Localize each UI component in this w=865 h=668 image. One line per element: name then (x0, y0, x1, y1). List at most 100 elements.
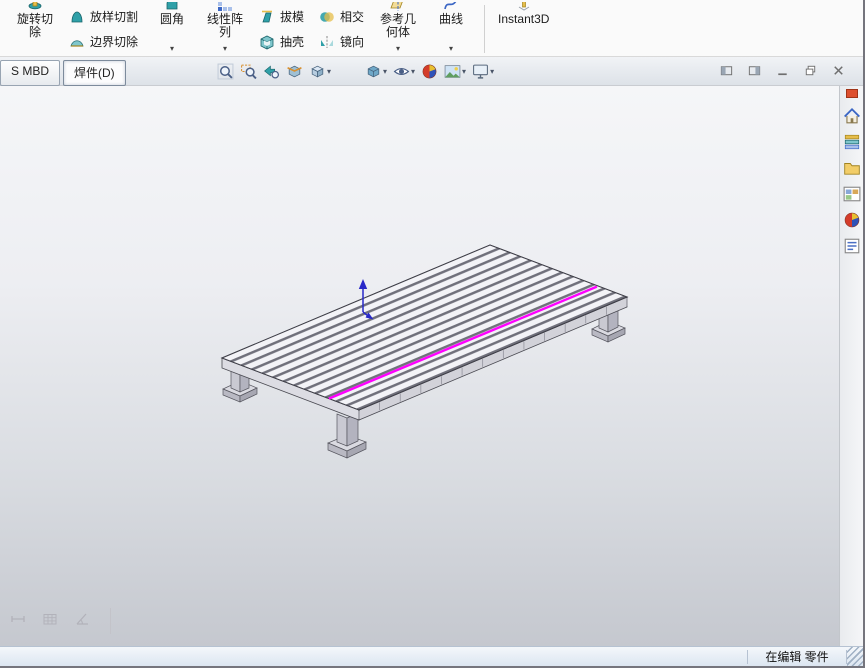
ribbon-button-label: 线性阵列 (207, 12, 244, 39)
close-button[interactable] (826, 61, 851, 80)
dropdown-arrow-icon[interactable]: ▾ (170, 45, 174, 55)
linear-pattern-icon (217, 2, 233, 12)
ribbon-button-label: Instant3D (498, 12, 550, 26)
boundary-cut-icon (69, 34, 85, 50)
hide-show-items-button[interactable]: ▾ (390, 62, 418, 81)
task-pane-marker-icon[interactable] (845, 89, 858, 98)
close-icon (831, 63, 846, 78)
revolved-cut-icon (27, 2, 43, 12)
dock-left-icon (719, 63, 734, 78)
zoom-fit-button[interactable] (214, 62, 237, 81)
dropdown-arrow-icon[interactable]: ▾ (490, 67, 494, 76)
ribbon-button-fillet[interactable]: 圆角 ▾ (149, 2, 195, 55)
zoom-area-icon (240, 63, 257, 80)
ribbon-button-linear-pattern[interactable]: 线性阵列 ▾ (202, 2, 248, 55)
command-tab-band: S MBD 焊件(D) ▾ ▾ ▾ ▾ ▾ (0, 57, 863, 86)
ribbon-button-instant3d[interactable]: Instant3D (495, 2, 552, 55)
section-view-icon (286, 63, 303, 80)
ribbon-button-curves[interactable]: 曲线 ▾ (428, 2, 474, 55)
task-pane (839, 86, 863, 646)
resize-grip[interactable] (847, 647, 863, 666)
maximize-button[interactable] (798, 61, 823, 80)
ribbon-button-label: 参考几 何体 (380, 12, 417, 39)
view-orientation-icon (309, 63, 326, 80)
dropdown-arrow-icon[interactable]: ▾ (449, 45, 453, 55)
ribbon-button-revolved-cut[interactable]: 旋转切除 (12, 2, 58, 55)
dropdown-arrow-icon[interactable]: ▾ (462, 67, 466, 76)
ribbon-button-mirror[interactable]: 镜向 (315, 31, 368, 52)
fillet-icon (164, 2, 180, 12)
ribbon-button-label: 镜向 (340, 35, 365, 49)
previous-view-button[interactable] (260, 62, 283, 81)
model-svg (220, 244, 629, 459)
task-pane-view-palette-button[interactable] (842, 184, 862, 204)
ribbon-button-label: 圆角 (160, 12, 185, 26)
edit-appearance-button[interactable] (418, 62, 441, 81)
ribbon-button-boundary-cut[interactable]: 边界切除 (65, 31, 142, 52)
dropdown-arrow-icon[interactable]: ▾ (223, 45, 227, 55)
zoom-fit-icon (217, 63, 234, 80)
mirror-icon (319, 34, 335, 50)
ribbon-button-label: 抽壳 (280, 35, 305, 49)
apply-scene-button[interactable]: ▾ (441, 62, 469, 81)
ribbon-stack: 相交 镜向 (315, 2, 368, 56)
task-pane-home-button[interactable] (842, 106, 862, 126)
grid-button[interactable] (42, 611, 62, 631)
graphics-area[interactable] (0, 86, 863, 646)
dropdown-arrow-icon[interactable]: ▾ (411, 67, 415, 76)
solidworks-window: 旋转切除放样切割 边界切除 圆角 ▾ 线性阵列 ▾ 拔模 抽壳 相交 镜向 参考几 何体 ▾ 曲线 ▾ Ins… (0, 0, 865, 668)
ribbon-button-draft[interactable]: 拔模 (255, 6, 308, 27)
apply-scene-icon (444, 63, 461, 80)
ribbon-button-label: 拔模 (280, 10, 305, 24)
toolbar-separator (110, 608, 111, 634)
ribbon-button-lofted-cut[interactable]: 放样切割 (65, 6, 142, 27)
minimize-icon (775, 63, 790, 78)
task-pane-file-explorer-button[interactable] (842, 158, 862, 178)
section-view-button[interactable] (283, 62, 306, 81)
display-style-button[interactable]: ▾ (362, 62, 390, 81)
angle-button[interactable] (74, 611, 94, 631)
ribbon-stack: 放样切割边界切除 (65, 2, 142, 56)
ribbon-button-label: 边界切除 (90, 35, 139, 49)
heads-up-view-toolbar: ▾ ▾ ▾ ▾ ▾ (214, 61, 497, 82)
ribbon-button-label: 曲线 (439, 12, 464, 26)
tab-weldments[interactable]: 焊件(D) (63, 60, 126, 86)
view-orientation-button[interactable]: ▾ (306, 62, 334, 81)
viewport-bottom-toolbar (10, 608, 111, 634)
dock-left-button[interactable] (714, 61, 739, 80)
status-edit-mode: 在编辑 零件 (765, 650, 829, 664)
command-tabs: S MBD 焊件(D) (0, 60, 126, 86)
maximize-icon (803, 63, 818, 78)
dock-right-icon (747, 63, 762, 78)
intersect-icon (319, 9, 335, 25)
view-settings-button[interactable]: ▾ (469, 62, 497, 81)
task-pane-design-library-button[interactable] (842, 132, 862, 152)
dropdown-arrow-icon[interactable]: ▾ (396, 45, 400, 55)
minimize-button[interactable] (770, 61, 795, 80)
zoom-area-button[interactable] (237, 62, 260, 81)
shell-icon (259, 34, 275, 50)
custom-properties-icon (843, 237, 861, 255)
task-pane-custom-properties-button[interactable] (842, 236, 862, 256)
home-icon (843, 107, 861, 125)
tab-mbd[interactable]: S MBD (0, 60, 61, 86)
leg-post-face (336, 413, 348, 447)
view-settings-icon (472, 63, 489, 80)
dimension-button[interactable] (10, 611, 30, 631)
ribbon-button-intersect[interactable]: 相交 (315, 6, 368, 27)
reference-geometry-icon (390, 2, 406, 12)
task-pane-appearances-button[interactable] (842, 210, 862, 230)
hide-show-items-icon (393, 63, 410, 80)
ribbon-button-reference-geometry[interactable]: 参考几 何体 ▾ (375, 2, 421, 55)
appearances-icon (843, 211, 861, 229)
angle-icon (74, 611, 90, 627)
dropdown-arrow-icon[interactable]: ▾ (327, 67, 331, 76)
dropdown-arrow-icon[interactable]: ▾ (383, 67, 387, 76)
ribbon-button-label: 旋转切除 (16, 12, 53, 39)
display-style-icon (365, 63, 382, 80)
ribbon-button-label: 相交 (340, 10, 365, 24)
grid-icon (42, 611, 58, 627)
ribbon-button-shell[interactable]: 抽壳 (255, 31, 308, 52)
curves-icon (443, 2, 459, 12)
dock-right-button[interactable] (742, 61, 767, 80)
